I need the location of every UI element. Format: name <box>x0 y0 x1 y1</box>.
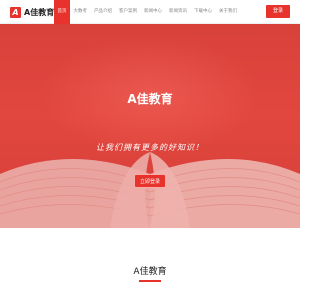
section-title: A佳教育 <box>133 267 167 277</box>
nav-item-products[interactable]: 产品介绍 <box>91 0 116 24</box>
intro-section: A佳教育 <box>0 228 300 300</box>
nav-item-news-center[interactable]: 新闻中心 <box>141 0 166 24</box>
nav-item-news[interactable]: 新闻资讯 <box>166 0 191 24</box>
hero-banner: A佳教育 让我们拥有更多的好知识！ 立即登录 <box>0 24 300 228</box>
hero-slogan: 让我们拥有更多的好知识！ <box>96 143 204 152</box>
logo[interactable]: A A佳教育 <box>10 6 54 18</box>
hero-title: A佳教育 <box>127 92 173 106</box>
logo-icon: A <box>10 6 21 18</box>
nav-item-about[interactable]: 关于我们 <box>216 0 241 24</box>
top-header: A A佳教育 首页 大数考 产品介绍 客户案例 新闻中心 新闻资讯 下载中心 关… <box>0 0 300 24</box>
hero-login-button[interactable]: 立即登录 <box>134 174 166 188</box>
login-button[interactable]: 登录 <box>266 5 290 18</box>
nav-item-downloads[interactable]: 下载中心 <box>191 0 216 24</box>
nav-item-cases[interactable]: 客户案例 <box>116 0 141 24</box>
main-nav: 首页 大数考 产品介绍 客户案例 新闻中心 新闻资讯 下载中心 关于我们 <box>54 0 241 24</box>
nav-item-home[interactable]: 首页 <box>54 0 70 24</box>
nav-item-exam[interactable]: 大数考 <box>70 0 91 24</box>
section-divider <box>139 280 161 282</box>
open-book-image <box>0 144 300 228</box>
logo-text: A佳教育 <box>24 7 55 17</box>
